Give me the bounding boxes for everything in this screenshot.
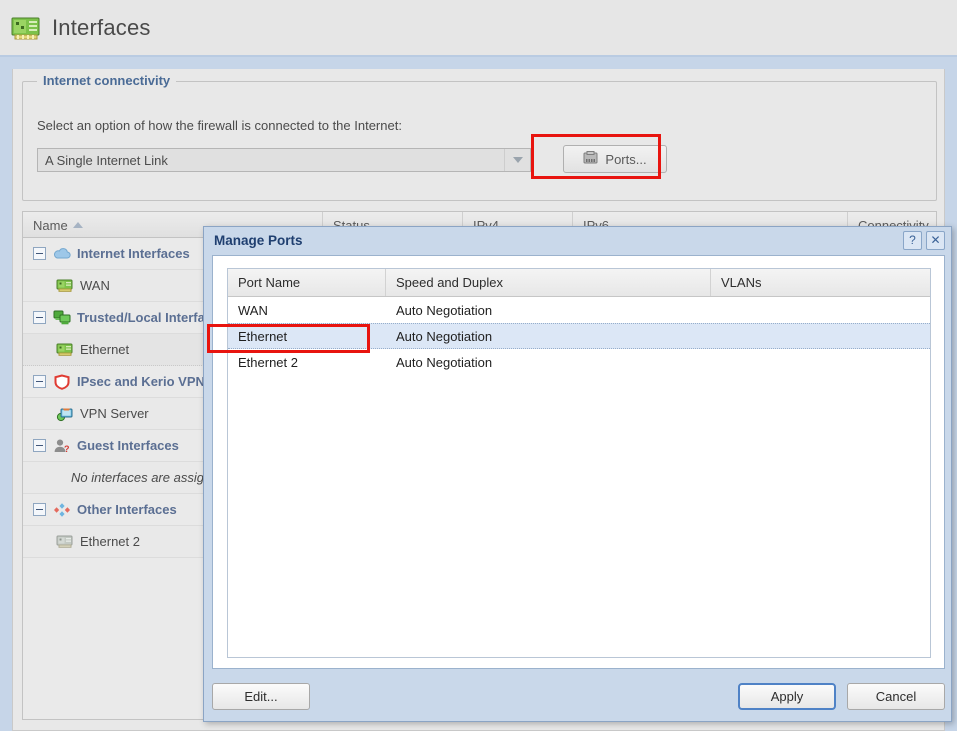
cell-speed-duplex: Auto Negotiation (396, 328, 493, 344)
page-header: Interfaces (0, 0, 957, 55)
dialog-titlebar: Manage Ports ? ✕ (204, 227, 951, 253)
tree-group-label: IPsec and Kerio VPN (77, 374, 205, 389)
dialog-body: Port Name Speed and Duplex VLANs WAN Aut… (212, 255, 945, 669)
empty-message: No interfaces are assigned. (71, 470, 230, 485)
trusted-computers-icon (53, 310, 71, 326)
cancel-button-label: Cancel (875, 688, 917, 704)
ports-button[interactable]: Ports... (563, 145, 667, 173)
apply-button[interactable]: Apply (738, 682, 836, 710)
tree-item-label: Ethernet 2 (80, 534, 140, 549)
tree-item-label: WAN (80, 278, 110, 293)
cancel-button[interactable]: Cancel (847, 682, 945, 710)
cell-port-name: WAN (238, 302, 268, 318)
column-label: Port Name (238, 275, 301, 290)
help-icon[interactable]: ? (903, 230, 922, 250)
edit-button-label: Edit... (244, 688, 278, 704)
column-header-speed-duplex[interactable]: Speed and Duplex (386, 269, 711, 296)
ports-button-label: Ports... (605, 151, 647, 167)
group-description: Select an option of how the firewall is … (37, 118, 402, 133)
cell-speed-duplex: Auto Negotiation (396, 302, 493, 318)
internet-link-select[interactable]: A Single Internet Link (37, 148, 531, 172)
table-row[interactable]: Ethernet Auto Negotiation (228, 323, 930, 349)
tree-group-label: Other Interfaces (77, 502, 177, 517)
collapse-icon[interactable] (33, 311, 46, 324)
ports-table-header: Port Name Speed and Duplex VLANs (228, 269, 930, 297)
column-header-port-name[interactable]: Port Name (228, 269, 386, 296)
diamonds-icon (53, 502, 71, 518)
ethernet-port-icon (583, 150, 598, 168)
column-header-vlans[interactable]: VLANs (711, 269, 930, 296)
group-legend: Internet connectivity (37, 73, 177, 88)
apply-button-label: Apply (770, 688, 804, 704)
dialog-footer: Edit... Apply Cancel (212, 679, 945, 713)
ports-table: Port Name Speed and Duplex VLANs WAN Aut… (227, 268, 931, 658)
header-band (0, 57, 957, 69)
dialog-title: Manage Ports (214, 232, 303, 248)
network-card-disabled-icon (56, 534, 74, 550)
tree-item-label: VPN Server (80, 406, 149, 421)
edit-button[interactable]: Edit... (212, 682, 310, 710)
tree-item-label: Ethernet (80, 342, 130, 357)
network-card-icon (56, 342, 74, 358)
tree-group-label: Guest Interfaces (77, 438, 179, 453)
cell-port-name: Ethernet 2 (238, 354, 298, 370)
network-card-icon (56, 278, 74, 294)
cell-speed-duplex: Auto Negotiation (396, 354, 493, 370)
vpn-server-icon (56, 406, 74, 422)
cloud-icon (53, 246, 71, 262)
table-row[interactable]: WAN Auto Negotiation (228, 297, 930, 323)
table-row[interactable]: Ethernet 2 Auto Negotiation (228, 349, 930, 375)
collapse-icon[interactable] (33, 247, 46, 260)
left-band (0, 57, 12, 731)
internet-connectivity-group: Internet connectivity Select an option o… (22, 73, 937, 201)
app-root: Interfaces Internet connectivity Select … (0, 0, 957, 731)
cell-port-name: Ethernet (238, 328, 288, 344)
page-title: Interfaces (52, 14, 151, 40)
internet-link-value: A Single Internet Link (45, 152, 168, 168)
shield-icon (53, 373, 71, 390)
collapse-icon[interactable] (33, 375, 46, 388)
column-label: Speed and Duplex (396, 275, 503, 290)
tree-group-label: Internet Interfaces (77, 246, 190, 261)
guest-user-icon: ? (53, 438, 71, 454)
manage-ports-dialog: Manage Ports ? ✕ Port Name Speed and Dup… (203, 226, 952, 722)
column-label: Name (33, 217, 68, 233)
close-icon[interactable]: ✕ (926, 230, 945, 250)
sort-ascending-icon (72, 222, 83, 228)
svg-text:?: ? (64, 444, 70, 454)
collapse-icon[interactable] (33, 439, 46, 452)
column-label: VLANs (721, 275, 762, 290)
chevron-down-icon[interactable] (504, 149, 530, 171)
collapse-icon[interactable] (33, 503, 46, 516)
network-card-icon (10, 14, 42, 42)
